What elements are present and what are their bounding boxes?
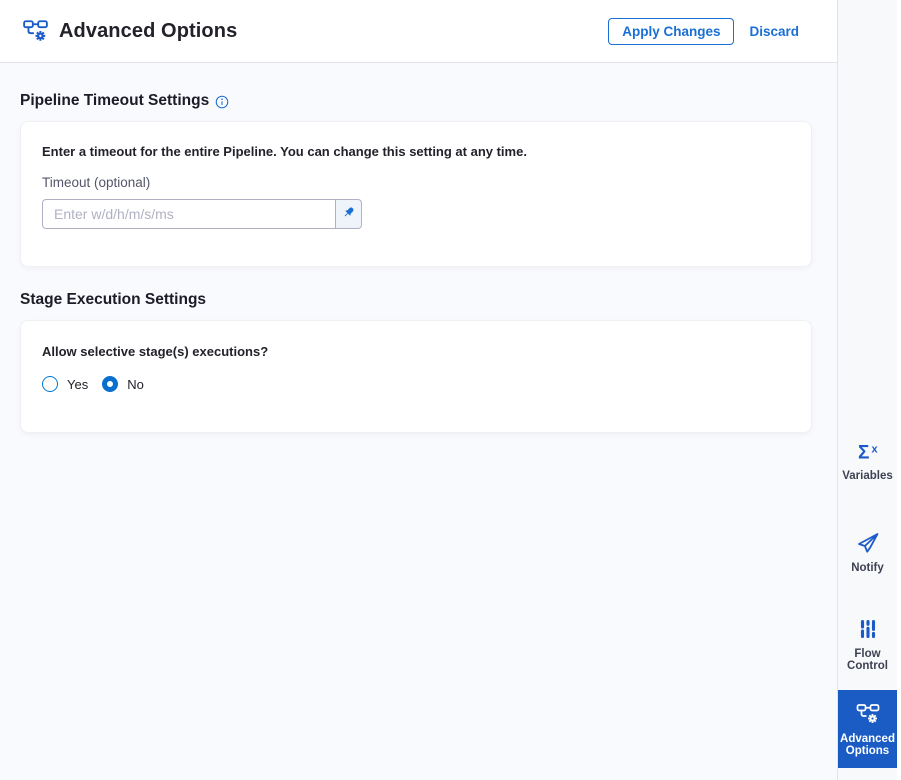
- sidebar-item-advanced-options[interactable]: Advanced Options: [838, 690, 897, 768]
- advanced-options-panel: Advanced Options Apply Changes Discard P…: [0, 0, 837, 780]
- timeout-field-label: Timeout (optional): [42, 175, 151, 190]
- timeout-description: Enter a timeout for the entire Pipeline.…: [42, 144, 527, 159]
- discard-button[interactable]: Discard: [749, 24, 799, 39]
- pin-icon: [341, 205, 356, 223]
- pipeline-timeout-heading: Pipeline Timeout Settings: [20, 92, 210, 109]
- radio-label: Yes: [67, 376, 89, 392]
- pipeline-timeout-card: Enter a timeout for the entire Pipeline.…: [20, 121, 812, 267]
- sidebar-item-label: Notify: [851, 561, 884, 574]
- paper-plane-icon: [855, 531, 881, 555]
- stage-execution-heading: Stage Execution Settings: [20, 291, 207, 308]
- sliders-icon: [855, 617, 881, 641]
- selective-stage-question: Allow selective stage(s) executions?: [42, 344, 269, 359]
- radio-option-yes[interactable]: Yes: [42, 376, 88, 392]
- right-gutter: [897, 0, 901, 780]
- svg-text:x: x: [871, 443, 878, 455]
- panel-content: Pipeline Timeout Settings Enter a timeou…: [0, 63, 837, 433]
- sidebar-item-variables[interactable]: Σ x Variables: [838, 414, 897, 506]
- panel-header: Advanced Options Apply Changes Discard: [0, 0, 837, 63]
- stage-execution-card: Allow selective stage(s) executions? Yes…: [20, 320, 812, 433]
- sigma-x-icon: Σ x: [855, 439, 881, 463]
- sidebar-item-label: Flow Control: [847, 647, 888, 672]
- pin-button[interactable]: [335, 199, 362, 229]
- pipeline-gear-icon: [855, 702, 881, 726]
- selective-stage-radio-group: Yes No: [42, 376, 790, 392]
- radio-label: No: [127, 376, 144, 392]
- pipeline-gear-icon: [22, 18, 49, 44]
- apply-changes-button[interactable]: Apply Changes: [608, 17, 735, 45]
- radio-icon: [42, 376, 58, 392]
- info-icon[interactable]: [215, 95, 229, 109]
- svg-text:Σ: Σ: [858, 442, 869, 463]
- sidebar-item-flow-control[interactable]: Flow Control: [838, 598, 897, 690]
- timeout-input-group: [42, 199, 362, 229]
- right-sidebar: Σ x Variables Notify Flow Control Advanc…: [837, 0, 897, 780]
- radio-icon: [102, 376, 119, 392]
- radio-option-no[interactable]: No: [102, 376, 144, 392]
- timeout-input[interactable]: [42, 199, 335, 229]
- sidebar-item-label: Advanced Options: [840, 732, 895, 757]
- page-title: Advanced Options: [59, 19, 238, 42]
- sidebar-item-label: Variables: [842, 469, 893, 482]
- sidebar-item-notify[interactable]: Notify: [838, 506, 897, 598]
